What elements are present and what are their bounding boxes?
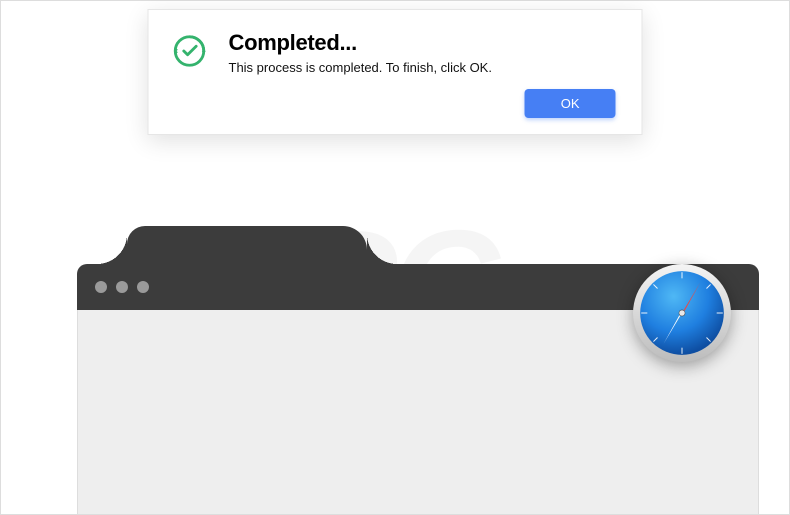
dialog-actions: OK: [229, 89, 616, 118]
safari-compass-icon: [631, 262, 733, 364]
window-close-dot[interactable]: [95, 281, 107, 293]
checkmark-refresh-icon: [169, 30, 211, 118]
dialog-body: Completed... This process is completed. …: [211, 30, 616, 118]
browser-tab: [127, 226, 367, 264]
ok-button[interactable]: OK: [525, 89, 616, 118]
dialog-title: Completed...: [229, 30, 616, 56]
window-maximize-dot[interactable]: [137, 281, 149, 293]
dialog-message: This process is completed. To finish, cl…: [229, 60, 616, 75]
completion-dialog: Completed... This process is completed. …: [148, 9, 643, 135]
window-minimize-dot[interactable]: [116, 281, 128, 293]
